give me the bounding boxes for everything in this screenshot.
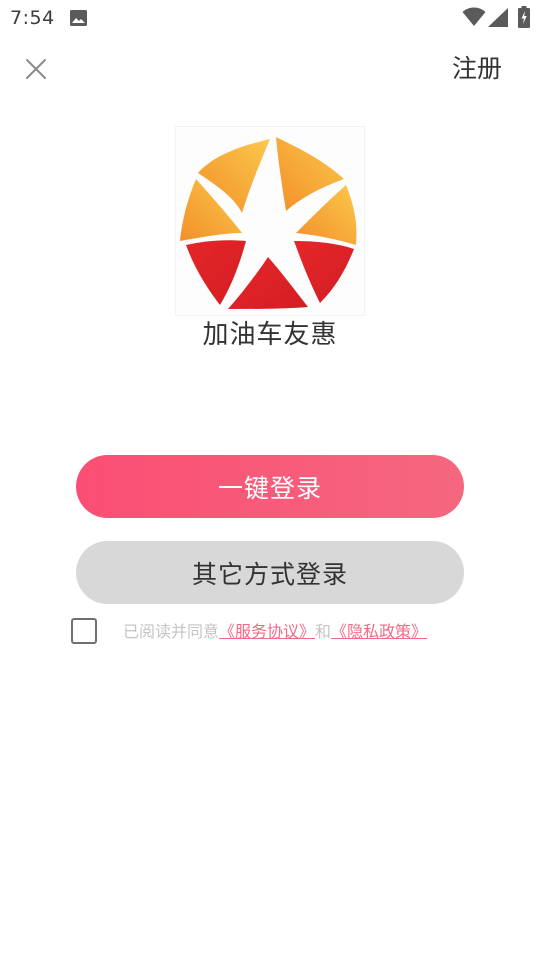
status-bar: 7:54 (0, 0, 540, 36)
app-logo (175, 126, 365, 316)
other-login-methods-button[interactable]: 其它方式登录 (76, 541, 464, 604)
service-agreement-link[interactable]: 《服务协议》 (219, 622, 315, 641)
battery-charging-icon (518, 6, 530, 28)
register-link[interactable]: 注册 (452, 53, 502, 85)
agreement-text: 已阅读并同意《服务协议》和《隐私政策》 (123, 620, 427, 644)
other-login-methods-label: 其它方式登录 (191, 559, 348, 589)
agreement-prefix: 已阅读并同意 (123, 622, 220, 641)
signal-icon (488, 8, 508, 27)
agreement-checkbox[interactable] (71, 618, 97, 644)
gallery-icon (70, 10, 87, 26)
one-click-login-label: 一键登录 (217, 473, 322, 503)
wifi-icon (462, 7, 486, 26)
agreement-and: 和 (315, 622, 332, 641)
one-click-login-button[interactable]: 一键登录 (76, 455, 464, 518)
privacy-policy-link[interactable]: 《隐私政策》 (331, 622, 427, 641)
close-button[interactable] (20, 53, 52, 85)
status-time: 7:54 (10, 7, 55, 29)
app-name: 加油车友惠 (202, 320, 338, 350)
star-logo (180, 137, 357, 309)
close-icon (26, 59, 46, 79)
